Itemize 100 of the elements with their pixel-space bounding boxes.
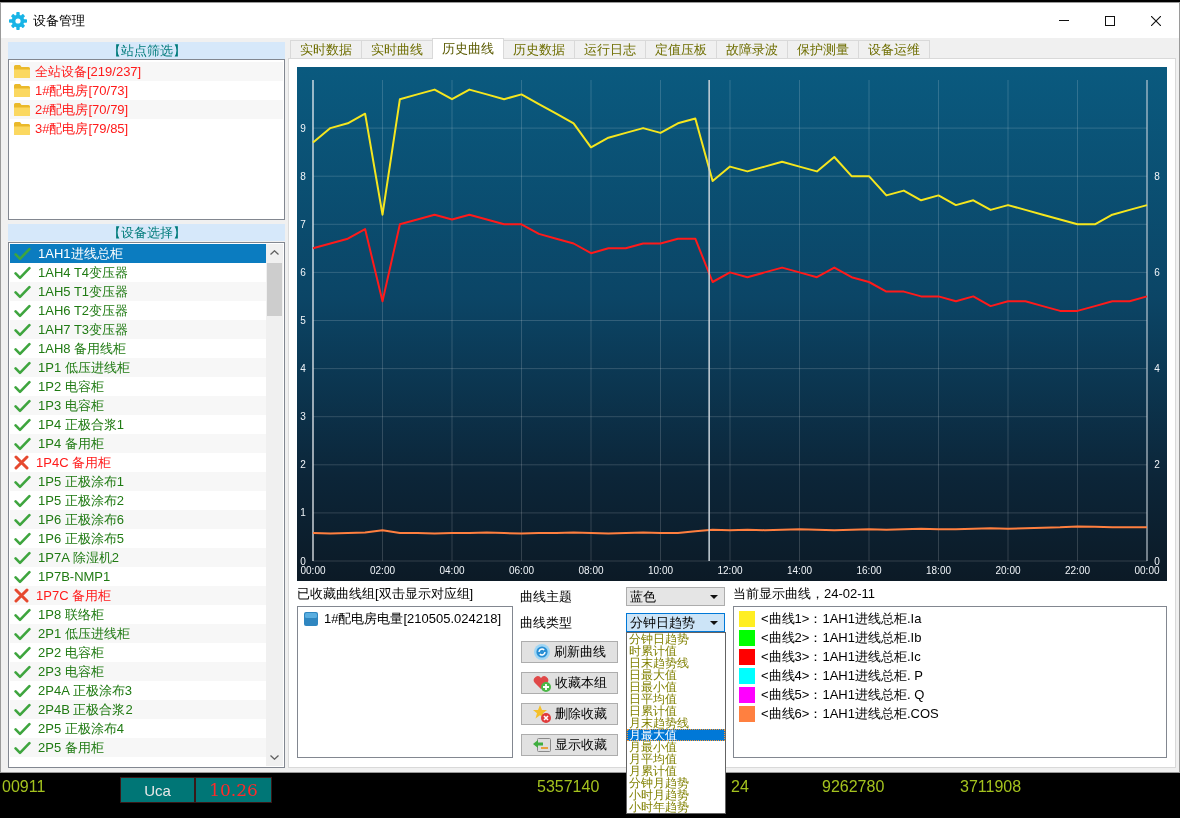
device-item[interactable]: 1P5 正极涂布1 bbox=[10, 472, 266, 491]
device-item[interactable]: 1AH4 T4变压器 bbox=[10, 263, 266, 282]
folder-icon bbox=[14, 84, 30, 97]
tab[interactable]: 保护测量 bbox=[787, 40, 859, 58]
reading-number: 9262780 bbox=[822, 778, 885, 796]
gear-icon bbox=[9, 11, 27, 30]
axis-tick-label: 7 bbox=[300, 218, 306, 230]
site-item[interactable]: 全站设备[219/237] bbox=[10, 62, 283, 81]
device-item[interactable]: 1AH5 T1变压器 bbox=[10, 282, 266, 301]
device-item[interactable]: 2P1 低压进线柜 bbox=[10, 624, 266, 643]
tab[interactable]: 历史曲线 bbox=[432, 38, 504, 59]
device-item[interactable]: 1P8 联络柜 bbox=[10, 605, 266, 624]
device-item[interactable]: 2P4B 正极合浆2 bbox=[10, 700, 266, 719]
field-label: 曲线主题 bbox=[520, 587, 573, 606]
device-item[interactable]: 2P4A 正极涂布3 bbox=[10, 681, 266, 700]
axis-tick-label: 8 bbox=[300, 170, 306, 182]
tab[interactable]: 故障录波 bbox=[716, 40, 788, 58]
axis-tick-label: 00:00 bbox=[300, 565, 326, 576]
dropdown-option[interactable]: 月最小值 bbox=[627, 741, 725, 753]
axis-tick-label: 2 bbox=[300, 459, 306, 471]
device-item[interactable]: 1P6 正极涂布5 bbox=[10, 529, 266, 548]
refresh-icon bbox=[533, 644, 550, 660]
device-item[interactable]: 2P2 电容柜 bbox=[10, 643, 266, 662]
device-item[interactable]: 1P7C 备用柜 bbox=[10, 586, 266, 605]
tab[interactable]: 运行日志 bbox=[574, 40, 646, 58]
device-item[interactable]: 1P1 低压进线柜 bbox=[10, 358, 266, 377]
device-item[interactable]: 1AH7 T3变压器 bbox=[10, 320, 266, 339]
caret-icon bbox=[710, 594, 718, 599]
dropdown-option[interactable]: 日平均值 bbox=[627, 693, 725, 705]
folder-icon bbox=[14, 122, 30, 135]
tile-icon bbox=[304, 612, 318, 626]
dropdown[interactable]: 蓝色 bbox=[626, 587, 725, 606]
dropdown-option[interactable]: 月累计值 bbox=[627, 765, 725, 777]
dropdown-option[interactable]: 小时年趋势 bbox=[627, 801, 725, 813]
tab[interactable]: 实时曲线 bbox=[361, 40, 433, 58]
folder-icon bbox=[14, 103, 30, 116]
dropdown-option[interactable]: 分钟月趋势 bbox=[627, 777, 725, 789]
tab[interactable]: 定值压板 bbox=[645, 40, 717, 58]
reading-number: 24 bbox=[731, 778, 749, 796]
saved-group-item[interactable]: 1#配电房电量[210505.024218] bbox=[304, 610, 506, 628]
dropdown-option[interactable]: 月最大值 bbox=[627, 729, 725, 741]
field-label: 曲线类型 bbox=[520, 613, 573, 632]
dropdown-option[interactable]: 月平均值 bbox=[627, 753, 725, 765]
caret-icon bbox=[710, 620, 718, 625]
caret-down-icon bbox=[270, 755, 279, 760]
device-item[interactable]: 1P4C 备用柜 bbox=[10, 453, 266, 472]
axis-tick-label: 0 bbox=[1154, 555, 1160, 567]
show-favorites-button[interactable]: 显示收藏 bbox=[521, 734, 618, 756]
tab[interactable]: 实时数据 bbox=[290, 40, 362, 58]
panel-header: 【设备选择】 bbox=[8, 224, 285, 241]
dropdown-option[interactable]: 月末趋势线 bbox=[627, 717, 725, 729]
device-item[interactable]: 1P5 正极涂布2 bbox=[10, 491, 266, 510]
dropdown-option[interactable]: 日最小值 bbox=[627, 681, 725, 693]
minimize-icon bbox=[1059, 20, 1069, 21]
axis-tick-label: 14:00 bbox=[787, 565, 812, 576]
add-favorite-button[interactable]: 收藏本组 bbox=[521, 672, 618, 694]
dropdown-option[interactable]: 小时月趋势 bbox=[627, 789, 725, 801]
device-item[interactable]: 2P5 备用柜 bbox=[10, 738, 266, 757]
axis-tick-label: 4 bbox=[300, 363, 306, 375]
site-item[interactable]: 1#配电房[70/73] bbox=[10, 81, 283, 100]
axis-tick-label: 1 bbox=[300, 507, 306, 519]
site-item[interactable]: 2#配电房[70/79] bbox=[10, 100, 283, 119]
dropdown[interactable]: 分钟日趋势 bbox=[626, 613, 725, 632]
axis-tick-label: 04:00 bbox=[439, 565, 465, 576]
device-item[interactable]: 2P3 电容柜 bbox=[10, 662, 266, 681]
device-item[interactable]: 1AH6 T2变压器 bbox=[10, 301, 266, 320]
axis-tick-label: 12:00 bbox=[717, 565, 743, 576]
scrollbar-thumb[interactable] bbox=[267, 263, 282, 316]
site-item[interactable]: 3#配电房[79/85] bbox=[10, 119, 283, 138]
device-item[interactable]: 1P4 备用柜 bbox=[10, 434, 266, 453]
device-item[interactable]: 1P4 正极合浆1 bbox=[10, 415, 266, 434]
reading-value: 10.26 bbox=[195, 777, 272, 803]
device-item[interactable]: 1P2 电容柜 bbox=[10, 377, 266, 396]
panel-header: 【站点筛选】 bbox=[8, 42, 285, 59]
device-item[interactable]: 1P7A 除湿机2 bbox=[10, 548, 266, 567]
tab[interactable]: 设备运维 bbox=[858, 40, 930, 58]
dropdown-option[interactable]: 日最大值 bbox=[627, 669, 725, 681]
dropdown-option[interactable]: 日末趋势线 bbox=[627, 657, 725, 669]
legend-label: <曲线6>：1AH1进线总柜.COS bbox=[761, 704, 939, 723]
dropdown-option[interactable]: 分钟日趋势 bbox=[627, 633, 725, 645]
remove-favorite-button[interactable]: 删除收藏 bbox=[521, 703, 618, 725]
reading-number: 00911 bbox=[2, 778, 46, 796]
device-item[interactable]: 1AH1进线总柜 bbox=[10, 244, 266, 263]
dropdown-option[interactable]: 日累计值 bbox=[627, 705, 725, 717]
legend-label: <曲线4>：1AH1进线总柜. P bbox=[761, 666, 923, 685]
device-item[interactable]: 2P5 正极涂布4 bbox=[10, 719, 266, 738]
device-item[interactable]: 1P3 电容柜 bbox=[10, 396, 266, 415]
window-title: 设备管理 bbox=[33, 11, 85, 30]
dropdown-option[interactable]: 时累计值 bbox=[627, 645, 725, 657]
reading-label: Uca bbox=[120, 777, 195, 803]
device-item[interactable]: 1P7B-NMP1 bbox=[10, 567, 266, 586]
refresh-button[interactable]: 刷新曲线 bbox=[521, 641, 618, 663]
tab[interactable]: 历史数据 bbox=[503, 40, 575, 58]
device-item[interactable]: 1P6 正极涂布6 bbox=[10, 510, 266, 529]
axis-tick-label: 6 bbox=[1154, 266, 1160, 278]
axis-tick-label: 00:00 bbox=[1134, 565, 1160, 576]
scrollbar[interactable] bbox=[266, 244, 283, 766]
device-item[interactable]: 1AH8 备用线柜 bbox=[10, 339, 266, 358]
axis-tick-label: 4 bbox=[1154, 363, 1160, 375]
star-cross-icon bbox=[532, 705, 551, 723]
